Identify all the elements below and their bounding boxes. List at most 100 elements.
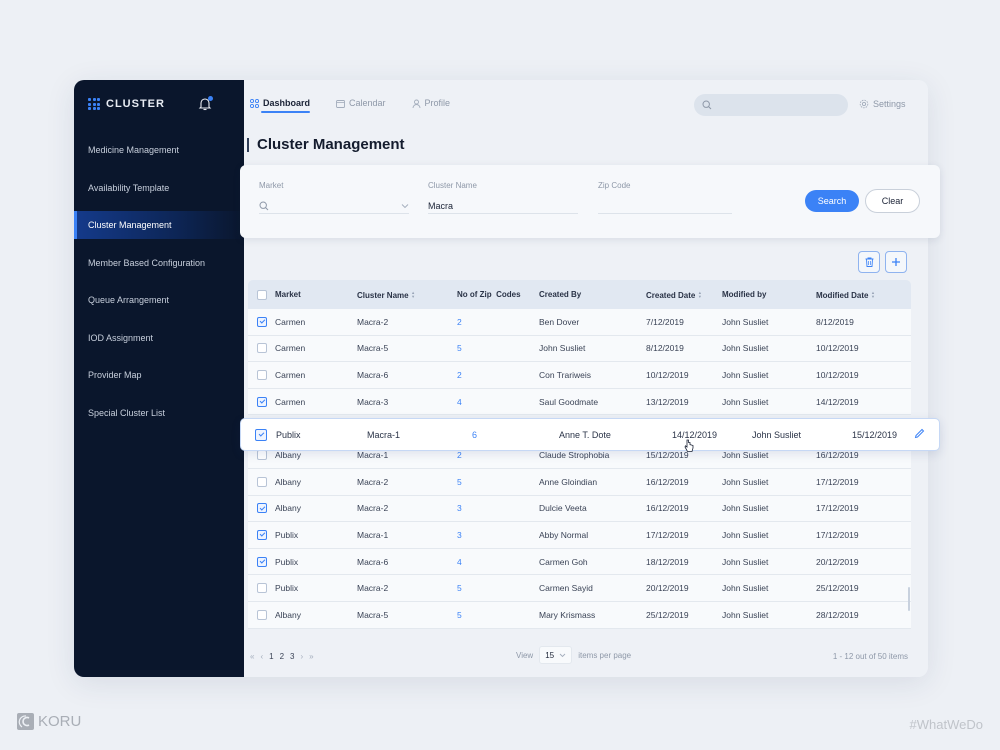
row-checkbox[interactable]: [257, 476, 267, 487]
cell-zips[interactable]: 2: [457, 370, 462, 380]
sidebar-item-cluster-management[interactable]: Cluster Management: [74, 211, 244, 239]
cell-created-by: Abby Normal: [539, 529, 589, 540]
cell-cluster: Macra-2: [357, 316, 389, 327]
cell-cluster: Macra-6: [357, 369, 389, 380]
cell-market: Publix: [275, 556, 299, 567]
cell-zips[interactable]: 3: [457, 530, 462, 540]
clear-button[interactable]: Clear: [865, 189, 920, 213]
table-row-highlighted[interactable]: Publix Macra-1 6 Anne T. Dote 14/12/2019 John…: [240, 418, 940, 452]
select-all-checkbox[interactable]: [257, 289, 267, 300]
page-1-button[interactable]: 1: [269, 652, 273, 661]
search-button[interactable]: Search: [805, 190, 859, 212]
sidebar-item-medicine-management[interactable]: Medicine Management: [74, 136, 244, 164]
row-checkbox[interactable]: [257, 316, 267, 327]
row-checkbox[interactable]: [257, 503, 267, 514]
next-page-button[interactable]: ›: [300, 652, 303, 661]
cell-created-date: 20/12/2019: [646, 583, 689, 594]
tab-dashboard[interactable]: Dashboard: [250, 98, 311, 113]
row-checkbox[interactable]: [255, 428, 267, 441]
table-row[interactable]: Publix Macra-1 3 Abby Normal 17/12/2019 John …: [248, 522, 911, 549]
cell-created-date: 15/12/2019: [646, 450, 689, 461]
row-checkbox[interactable]: [257, 450, 267, 461]
column-header-created-date[interactable]: Created Date ▲▼: [646, 290, 702, 300]
row-checkbox[interactable]: [257, 529, 267, 540]
cell-cluster: Macra-2: [357, 583, 389, 594]
cell-modified-date: 10/12/2019: [816, 369, 859, 380]
cell-created-date: 8/12/2019: [646, 343, 684, 354]
sidebar-item-member-based-configuration[interactable]: Member Based Configuration: [74, 249, 244, 277]
table-row[interactable]: Carmen Macra-5 5 John Susliet 8/12/2019 John …: [248, 335, 911, 363]
column-header-modified-date[interactable]: Modified Date ▲▼: [816, 290, 875, 300]
market-select[interactable]: [259, 198, 409, 214]
sidebar-item-queue-arrangement[interactable]: Queue Arrangement: [74, 286, 244, 314]
row-checkbox[interactable]: [257, 556, 267, 567]
row-checkbox[interactable]: [257, 343, 267, 354]
tab-profile[interactable]: Profile: [412, 98, 450, 108]
cell-modified-by: John Susliet: [722, 556, 769, 567]
cell-cluster: Macra-1: [357, 450, 389, 461]
sidebar-item-label: Special Cluster List: [88, 407, 166, 418]
last-page-button[interactable]: »: [309, 652, 313, 661]
cell-cluster: Macra-1: [357, 529, 389, 540]
cell-created-by: Carmen Goh: [539, 556, 588, 567]
table-row[interactable]: Carmen Macra-2 2 Ben Dover 7/12/2019 John Sus…: [248, 309, 911, 336]
page-2-button[interactable]: 2: [280, 652, 284, 661]
settings-button[interactable]: Settings: [859, 99, 906, 109]
column-header-label: Modified Date: [816, 290, 869, 300]
sidebar-item-label: Member Based Configuration: [88, 257, 206, 268]
add-button[interactable]: [885, 251, 907, 273]
row-checkbox[interactable]: [257, 609, 267, 620]
sidebar-item-label: Queue Arrangement: [88, 295, 170, 305]
table-row[interactable]: Carmen Macra-6 2 Con Trariweis 10/12/2019 Joh…: [248, 362, 911, 389]
sidebar-item-special-cluster-list[interactable]: Special Cluster List: [74, 399, 244, 427]
cell-zips[interactable]: 2: [457, 317, 462, 327]
cluster-name-input[interactable]: [428, 200, 578, 211]
table-scrollbar[interactable]: [908, 587, 910, 611]
pagination: « ‹ 1 2 3 › »: [250, 652, 314, 661]
sidebar: CLUSTER Medicine Management Availability …: [74, 80, 244, 677]
sort-icon[interactable]: ▲▼: [411, 290, 416, 298]
row-checkbox[interactable]: [257, 369, 267, 380]
sort-icon[interactable]: ▲▼: [697, 290, 702, 298]
table-row[interactable]: Albany Macra-5 5 Mary Krismass 25/12/2019 Joh…: [248, 601, 911, 629]
sidebar-item-provider-map[interactable]: Provider Map: [74, 361, 244, 389]
cell-zips[interactable]: 5: [457, 477, 462, 487]
top-tabs: Dashboard Calendar Profile: [250, 98, 450, 113]
sort-icon[interactable]: ▲▼: [870, 290, 875, 298]
notification-bell-icon[interactable]: [198, 96, 213, 111]
table-row[interactable]: Publix Macra-2 5 Carmen Sayid 20/12/2019 John…: [248, 575, 911, 602]
per-page-select[interactable]: 15: [539, 646, 573, 664]
cell-zips[interactable]: 2: [457, 450, 462, 460]
cell-zips[interactable]: 5: [457, 610, 462, 620]
tab-label: Dashboard: [263, 98, 311, 108]
column-header-cluster-name[interactable]: Cluster Name ▲▼: [357, 290, 416, 300]
table-row[interactable]: Carmen Macra-3 4 Saul Goodmate 13/12/2019 Joh…: [248, 388, 911, 416]
cell-zips[interactable]: 6: [472, 430, 477, 440]
hand-cursor-icon: [684, 439, 694, 455]
table-row[interactable]: Albany Macra-2 3 Dulcie Veeta 16/12/2019 John…: [248, 495, 911, 523]
logo[interactable]: CLUSTER: [88, 98, 165, 110]
cell-zips[interactable]: 5: [457, 343, 462, 353]
cell-zips[interactable]: 4: [457, 397, 462, 407]
cell-created-date: 18/12/2019: [646, 556, 689, 567]
tab-calendar[interactable]: Calendar: [336, 98, 386, 108]
cell-zips[interactable]: 4: [457, 557, 462, 567]
row-checkbox[interactable]: [257, 583, 267, 594]
table-row[interactable]: Publix Macra-6 4 Carmen Goh 18/12/2019 John S…: [248, 548, 911, 576]
cell-zips[interactable]: 3: [457, 503, 462, 513]
cell-modified-by: John Susliet: [722, 369, 769, 380]
delete-button[interactable]: [858, 251, 880, 273]
cluster-table: Market Cluster Name ▲▼ No of Zip Codes Creat…: [248, 280, 911, 629]
prev-page-button[interactable]: ‹: [260, 652, 263, 661]
first-page-button[interactable]: «: [250, 652, 254, 661]
sidebar-item-iod-assignment[interactable]: IOD Assignment: [74, 324, 244, 352]
cell-zips[interactable]: 5: [457, 583, 462, 593]
global-search-input[interactable]: [716, 100, 836, 110]
edit-pencil-icon[interactable]: [914, 428, 925, 441]
page-3-button[interactable]: 3: [290, 652, 294, 661]
row-checkbox[interactable]: [257, 396, 267, 407]
global-search[interactable]: [694, 94, 848, 116]
zip-code-input[interactable]: [598, 200, 732, 211]
sidebar-item-availability-template[interactable]: Availability Template: [74, 174, 244, 202]
table-row[interactable]: Albany Macra-2 5 Anne Gloindian 16/12/2019 Jo…: [248, 468, 911, 496]
